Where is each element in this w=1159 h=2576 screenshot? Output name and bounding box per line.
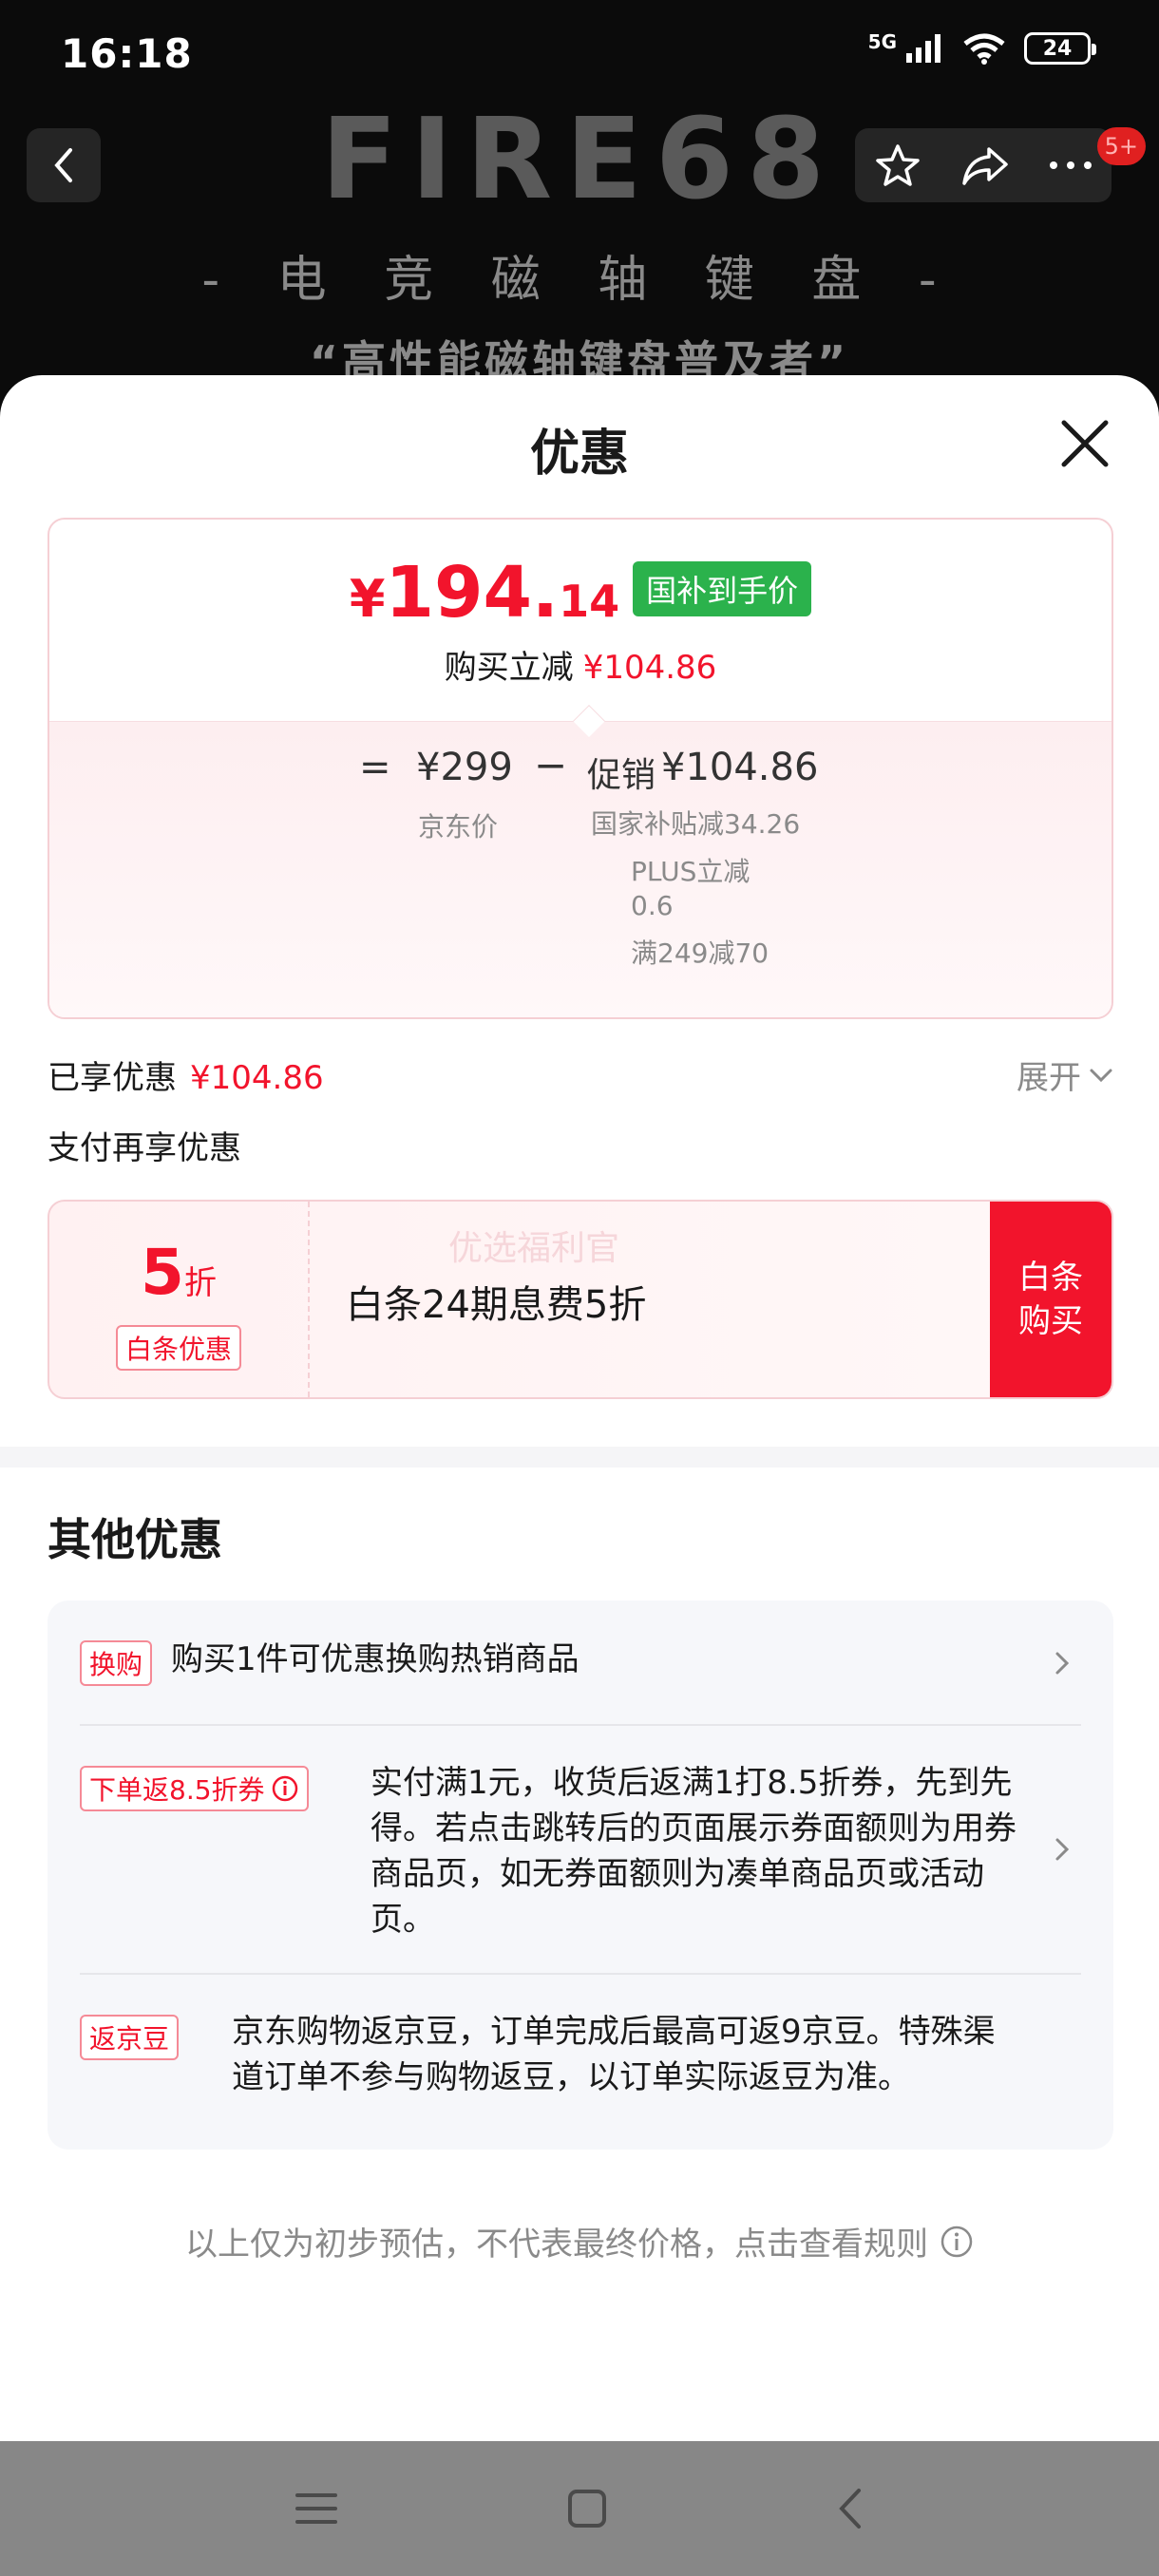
back-button[interactable] xyxy=(27,128,101,202)
chevron-right-icon xyxy=(1055,1652,1070,1675)
offer-tag-exchange: 换购 xyxy=(80,1640,153,1686)
back-arrow-icon xyxy=(54,148,72,182)
offer-text-coupon: 实付满1元，收货后返满1打8.5折券，先到先 得。若点击跳转后的页面展示券面额则… xyxy=(370,1760,1074,1942)
enjoyed-label: 已享优惠 xyxy=(48,1059,177,1097)
back-icon[interactable] xyxy=(836,2487,864,2530)
battery-icon: 24 xyxy=(1024,32,1096,65)
other-offers-title: 其他优惠 xyxy=(48,1514,222,1565)
promo-detail-plus-value: 0.6 xyxy=(631,890,674,921)
offer-item-coupon[interactable]: 下单返8.5折券 实付满1元，收货后返满1打8.5折券，先到先 得。若点击跳转后… xyxy=(80,1726,1081,1973)
final-price-section: ¥194.14 国补到手价 购买立减 ¥104.86 xyxy=(49,520,1112,721)
enjoyed-discount: 已享优惠 ¥104.86 xyxy=(48,1051,324,1098)
offer-item-jingdou: 返京豆 京东购物返京豆，订单完成后最高可返9京豆。特殊渠 道订单不参与购物返豆，… xyxy=(80,1975,1081,2146)
final-price: ¥194.14 xyxy=(350,558,619,628)
section-divider xyxy=(0,1447,1159,1468)
offer-tag-coupon: 下单返8.5折券 xyxy=(80,1766,309,1811)
info-icon[interactable] xyxy=(271,1774,299,1803)
expand-button[interactable]: 展开 xyxy=(1016,1051,1113,1098)
price-formula-section xyxy=(49,721,1112,1017)
status-time: 16:18 xyxy=(61,30,193,77)
baitiao-discount-block: 5折 白条优惠 xyxy=(49,1202,310,1397)
system-nav-bar xyxy=(0,2441,1159,2576)
equals-sign: = xyxy=(359,746,391,789)
offer-text-exchange: 购买1件可优惠换购热销商品 xyxy=(171,1640,580,1678)
rules-footnote[interactable]: 以上仅为初步预估，不代表最终价格，点击查看规则 xyxy=(0,2218,1159,2264)
instant-discount-row: 购买立减 ¥104.86 xyxy=(49,641,1112,688)
close-icon[interactable] xyxy=(1053,411,1117,476)
signal-icon xyxy=(906,34,940,63)
price-integer: 194. xyxy=(385,552,560,634)
offer-text-jingdou: 京东购物返京豆，订单完成后最高可返9京豆。特殊渠 道订单不参与购物返豆，以订单实… xyxy=(232,2009,1087,2100)
baitiao-offer-text: 白条24期息费5折 xyxy=(346,1283,647,1327)
home-icon[interactable] xyxy=(566,2488,608,2529)
status-icons: 5G 24 xyxy=(867,30,1096,65)
price-breakdown-card: ¥194.14 国补到手价 购买立减 ¥104.86 = ¥299 京东价 − 促… xyxy=(48,518,1113,1019)
baitiao-discount-unit: 折 xyxy=(183,1264,217,1302)
baitiao-buy-line2: 购买 xyxy=(1018,1302,1083,1340)
status-bar: 16:18 5G 24 xyxy=(0,0,1159,109)
instant-discount-label: 购买立减 xyxy=(444,649,574,687)
enjoyed-value: ¥104.86 xyxy=(190,1059,324,1097)
offer-text-coupon-line: 得。若点击跳转后的页面展示券面额则为用券 xyxy=(370,1809,1016,1847)
network-type: 5G xyxy=(867,30,897,53)
share-icon[interactable] xyxy=(960,143,1010,187)
baitiao-buy-line1: 白条 xyxy=(1018,1259,1083,1297)
menu-icon[interactable] xyxy=(294,2490,338,2528)
sheet-title: 优惠 xyxy=(529,426,629,483)
footnote-text: 以上仅为初步预估，不代表最终价格，点击查看规则 xyxy=(185,2226,928,2263)
minus-sign: − xyxy=(534,742,568,788)
promo-detail-threshold: 满249减70 xyxy=(631,938,770,969)
cart-badge: 5+ xyxy=(1096,127,1146,165)
offer-text-jingdou-line: 京东购物返京豆，订单完成后最高可返9京豆。特殊渠 xyxy=(232,2013,996,2051)
baitiao-watermark: 优选福利官 xyxy=(448,1229,620,1268)
promo-label: 促销 xyxy=(587,756,656,795)
info-icon xyxy=(940,2226,973,2257)
chevron-down-icon xyxy=(1090,1069,1112,1082)
offer-text-coupon-line: 页。 xyxy=(370,1901,435,1939)
instant-discount-value: ¥104.86 xyxy=(582,649,717,687)
pay-discount-title: 支付再享优惠 xyxy=(48,1129,241,1167)
subsidy-price-tag: 国补到手价 xyxy=(633,561,812,616)
discount-sheet: 优惠 ¥194.14 国补到手价 购买立减 ¥104.86 = ¥299 京东价 … xyxy=(0,375,1159,2441)
jd-price-label: 京东价 xyxy=(418,811,499,843)
price-currency: ¥ xyxy=(349,569,386,629)
promo-value: ¥104.86 xyxy=(661,746,819,789)
offer-text-jingdou-line: 道订单不参与购物返豆，以订单实际返豆为准。 xyxy=(232,2058,910,2096)
jd-price: ¥299 xyxy=(416,746,513,789)
other-offers-list: 换购 购买1件可优惠换购热销商品 下单返8.5折券 实付满1元，收货后返满1打8… xyxy=(48,1601,1113,2150)
chevron-right-icon xyxy=(1055,1838,1070,1861)
baitiao-discount-number: 5 xyxy=(141,1236,184,1309)
baitiao-tag: 白条优惠 xyxy=(116,1325,242,1371)
baitiao-discount: 5折 xyxy=(49,1236,308,1309)
offer-text-coupon-line: 商品页，如无券面额则为凑单商品页或活动 xyxy=(370,1855,984,1893)
expand-label: 展开 xyxy=(1016,1059,1081,1097)
hero-subtitle: - 电 竞 磁 轴 键 盘 - xyxy=(201,252,958,309)
offer-item-exchange[interactable]: 换购 购买1件可优惠换购热销商品 xyxy=(80,1601,1081,1724)
offer-tag-jingdou: 返京豆 xyxy=(80,2015,180,2060)
favorite-star-icon[interactable] xyxy=(874,142,922,189)
offer-tag-coupon-label: 下单返8.5折券 xyxy=(89,1774,265,1806)
baitiao-buy-button[interactable]: 白条 购买 xyxy=(990,1202,1112,1397)
offer-text-coupon-line: 实付满1元，收货后返满1打8.5折券，先到先 xyxy=(370,1764,1013,1802)
product-page-background: FIRE68 - 电 竞 磁 轴 键 盘 - “高性能磁轴键盘普及者” 16:1… xyxy=(0,0,1159,408)
more-icon[interactable] xyxy=(1049,160,1092,171)
top-actions xyxy=(855,128,1112,202)
promo-detail-plus: PLUS立减 xyxy=(631,856,750,887)
baitiao-card[interactable]: 5折 白条优惠 优选福利官 白条24期息费5折 白条 购买 xyxy=(48,1200,1113,1399)
promo-detail-subsidy: 国家补贴减34.26 xyxy=(591,808,801,840)
wifi-icon xyxy=(963,33,1005,65)
price-decimal: 14 xyxy=(559,576,620,627)
